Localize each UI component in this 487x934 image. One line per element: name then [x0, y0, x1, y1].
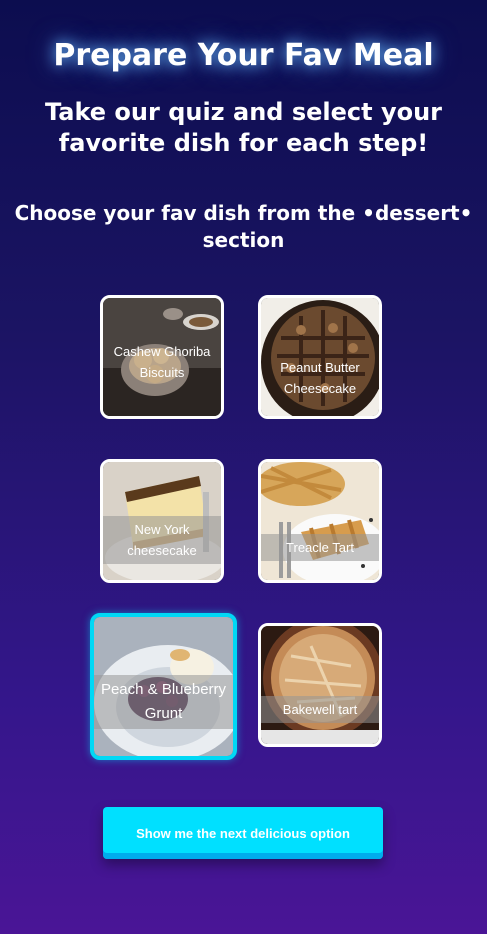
quiz-subtitle: Take our quiz and select your favorite d…: [45, 98, 442, 157]
dish-card-new-york-cheesecake[interactable]: New York cheesecake: [100, 459, 224, 583]
dish-card-treacle-tart[interactable]: Treacle Tart: [258, 459, 382, 583]
next-option-button[interactable]: Show me the next delicious option: [103, 807, 383, 859]
dish-label: Treacle Tart: [261, 534, 379, 561]
dish-card-bakewell-tart[interactable]: Bakewell tart: [258, 623, 382, 747]
dish-label: Bakewell tart: [261, 696, 379, 723]
section-prompt: Choose your fav dish from the •dessert• …: [14, 201, 473, 252]
dish-label: Peach & Blueberry Grunt: [94, 675, 233, 729]
dish-photo: [261, 626, 379, 744]
dish-card-peach-blueberry-grunt[interactable]: Peach & Blueberry Grunt: [90, 613, 237, 760]
page-title: Prepare Your Fav Meal: [53, 38, 434, 73]
dish-label: New York cheesecake: [103, 516, 221, 564]
dish-photo: [261, 462, 379, 580]
dish-label: Cashew Ghoriba Biscuits: [113, 344, 211, 380]
dish-label: Peanut Butter Cheesecake: [280, 360, 360, 396]
dish-card-cashew-ghoriba-biscuits[interactable]: Cashew Ghoriba Biscuits: [100, 295, 224, 419]
dish-card-peanut-butter-cheesecake[interactable]: Peanut Butter Cheesecake: [258, 295, 382, 419]
